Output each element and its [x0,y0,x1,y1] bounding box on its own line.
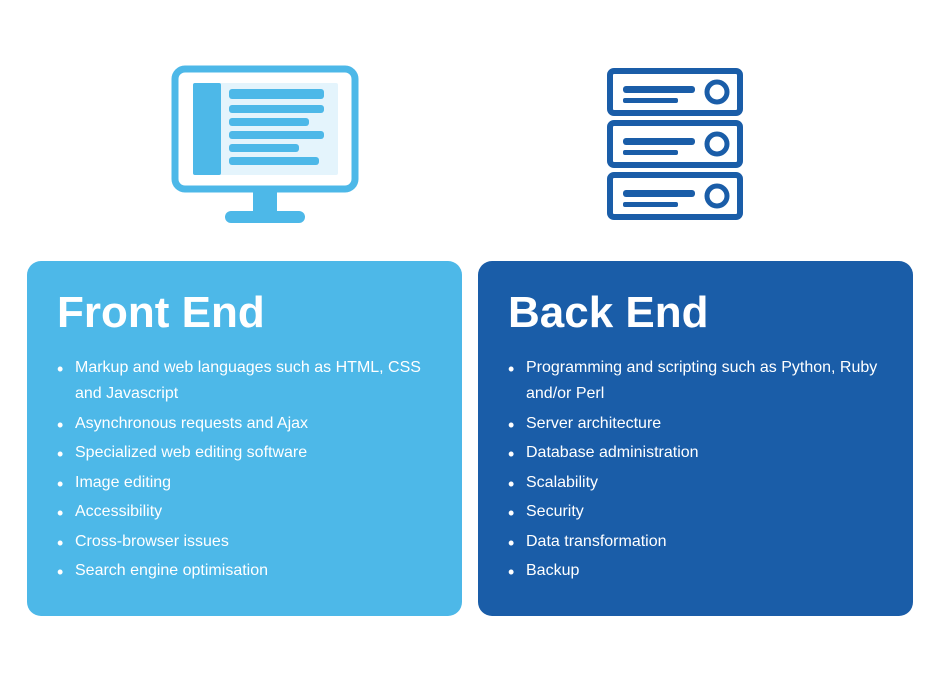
list-item: Cross-browser issues [57,529,432,555]
monitor-icon [165,61,365,241]
list-item: Asynchronous requests and Ajax [57,411,432,437]
list-item: Accessibility [57,499,432,525]
frontend-list: Markup and web languages such as HTML, C… [57,355,432,584]
list-item: Image editing [57,470,432,496]
list-item: Programming and scripting such as Python… [508,355,883,406]
list-item: Data transformation [508,529,883,555]
list-item: Markup and web languages such as HTML, C… [57,355,432,406]
list-item: Security [508,499,883,525]
backend-title: Back End [508,289,883,337]
backend-card: Back End Programming and scripting such … [478,261,913,616]
server-icon [595,61,755,241]
list-item: Database administration [508,440,883,466]
icons-row [20,61,920,241]
frontend-card: Front End Markup and web languages such … [27,261,462,616]
list-item: Backup [508,558,883,584]
list-item: Search engine optimisation [57,558,432,584]
server-icon-wrapper [565,61,785,241]
list-item: Server architecture [508,411,883,437]
monitor-icon-wrapper [155,61,375,241]
list-item: Scalability [508,470,883,496]
backend-list: Programming and scripting such as Python… [508,355,883,584]
list-item: Specialized web editing software [57,440,432,466]
cards-row: Front End Markup and web languages such … [20,261,920,616]
page-container: Front End Markup and web languages such … [10,41,930,636]
frontend-title: Front End [57,289,432,337]
